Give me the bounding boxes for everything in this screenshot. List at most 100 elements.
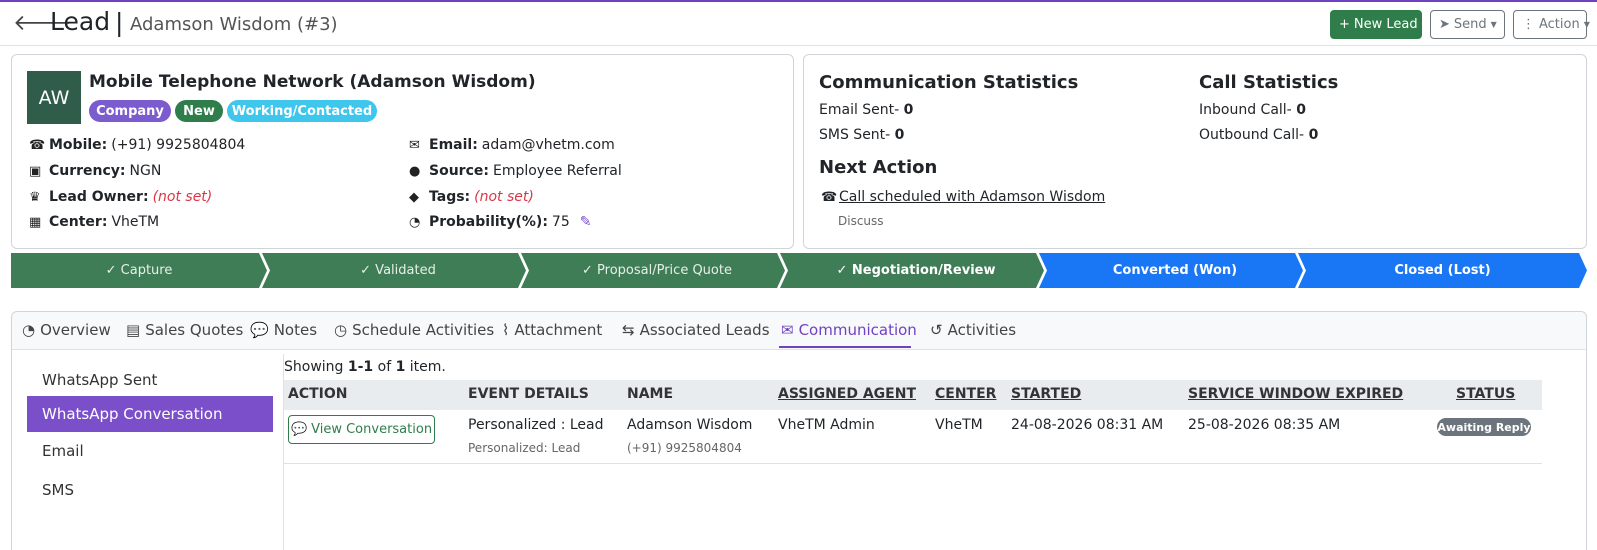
stage-capture[interactable]: ✓ Capture — [11, 253, 267, 288]
status-badge: Awaiting Reply — [1437, 418, 1531, 436]
communication-stats-title: Communication Statistics — [819, 72, 1079, 93]
send-button[interactable]: ➤ Send ▼ — [1430, 10, 1505, 39]
side-item-email[interactable]: Email — [27, 433, 273, 469]
comments-icon: 💬 — [250, 321, 269, 339]
page-header: 🡐 Lead | Adamson Wisdom (#3) + New Lead … — [0, 2, 1597, 46]
next-action-link[interactable]: ☎ Call scheduled with Adamson Wisdom — [821, 189, 1105, 205]
wallet-icon: ▣ — [29, 163, 42, 179]
map-marker-icon: ● — [409, 163, 421, 179]
view-conversation-button[interactable]: 💬 View Conversation — [288, 415, 435, 444]
side-item-whatsapp-conversation[interactable]: WhatsApp Conversation — [27, 396, 273, 432]
phone-square-icon: ☎ — [29, 137, 46, 153]
col-status[interactable]: STATUS — [1456, 386, 1515, 402]
col-service-window-expired[interactable]: SERVICE WINDOW EXPIRED — [1188, 386, 1403, 402]
avatar: AW — [27, 71, 81, 124]
email-sent-stat: Email Sent- 0 — [819, 102, 914, 118]
contact-name: Adamson Wisdom — [627, 417, 753, 433]
envelope-icon: ✉ — [409, 137, 420, 153]
stage-converted-won[interactable]: Converted (Won) — [1047, 253, 1303, 288]
new-lead-button[interactable]: + New Lead — [1330, 10, 1422, 39]
tab-notes[interactable]: 💬 Notes — [250, 321, 317, 339]
stage-proposal-price-quote[interactable]: ✓ Proposal/Price Quote — [529, 253, 785, 288]
tab-bar: ◔ Overview ▤ Sales Quotes 💬 Notes ◷ Schedule… — [12, 312, 1586, 350]
mobile-value: (+91) 9925804804 — [111, 137, 246, 153]
inbound-call-stat: Inbound Call- 0 — [1199, 102, 1306, 118]
comments-icon: 💬 — [290, 422, 308, 437]
tags-row: ◆ Tags: (not set) — [409, 189, 534, 205]
stage-validated[interactable]: ✓ Validated — [270, 253, 526, 288]
caret-down-icon: ▼ — [1490, 20, 1497, 29]
next-action-title: Next Action — [819, 157, 938, 178]
building-icon: ▦ — [29, 214, 42, 230]
col-name: NAME — [627, 386, 674, 402]
center: VheTM — [935, 417, 983, 433]
table-row: 💬 View Conversation Personalized : Lead … — [284, 410, 1542, 464]
center-value: VheTM — [111, 214, 160, 230]
edit-icon[interactable]: ✎ — [580, 214, 592, 230]
stage-pipeline: ✓ Capture ✓ Validated ✓ Proposal/Price Q… — [11, 253, 1587, 288]
paperclip-icon: ⌇ — [502, 321, 510, 339]
contact-phone: (+91) 9925804804 — [627, 441, 742, 455]
tab-attachment[interactable]: ⌇ Attachment — [502, 321, 602, 339]
call-stats-title: Call Statistics — [1199, 72, 1339, 93]
source-value: Employee Referral — [492, 163, 622, 179]
center-row: ▦ Center: VheTM — [29, 214, 160, 230]
action-button[interactable]: ⋮ Action ▼ — [1513, 10, 1590, 39]
stage-negotiation-review[interactable]: ✓ Negotiation/Review — [788, 253, 1044, 288]
mobile-row: ☎ Mobile: (+91) 9925804804 — [29, 137, 246, 153]
lead-owner-row: ♛ Lead Owner: (not set) — [29, 189, 213, 205]
history-icon: ↺ — [930, 321, 943, 339]
probability-row: ◔ Probability(%): 75 ✎ — [409, 214, 592, 230]
stage-closed-lost[interactable]: Closed (Lost) — [1306, 253, 1579, 288]
plus-icon: + — [1339, 17, 1350, 32]
table-summary: Showing 1-1 of 1 item. — [284, 359, 446, 375]
assigned-agent: VheTM Admin — [778, 417, 875, 433]
email-row: ✉ Email: adam@vhetm.com — [409, 137, 615, 153]
statistics-card: Communication Statistics Email Sent- 0 S… — [803, 54, 1587, 249]
gauge-icon: ◔ — [22, 321, 36, 339]
tab-sales-quotes[interactable]: ▤ Sales Quotes — [126, 321, 243, 339]
probability-value: 75 — [551, 214, 570, 230]
envelope-open-icon: ✉ — [781, 321, 794, 339]
badge-new: New — [175, 100, 223, 122]
email-value: adam@vhetm.com — [481, 137, 615, 153]
lead-info-card: AW Mobile Telephone Network (Adamson Wis… — [11, 54, 794, 249]
currency-row: ▣ Currency: NGN — [29, 163, 162, 179]
next-action-note: Discuss — [838, 214, 884, 228]
crown-icon: ♛ — [29, 189, 41, 205]
side-item-sms[interactable]: SMS — [27, 472, 273, 508]
lead-name: Mobile Telephone Network (Adamson Wisdom… — [89, 72, 536, 92]
col-assigned-agent[interactable]: ASSIGNED AGENT — [778, 386, 916, 402]
event-details: Personalized : Lead — [468, 417, 604, 433]
tab-activities[interactable]: ↺ Activities — [930, 321, 1016, 339]
service-window-expired: 25-08-2026 08:35 AM — [1188, 417, 1341, 433]
side-item-whatsapp-sent[interactable]: WhatsApp Sent — [27, 362, 273, 398]
badge-company: Company — [89, 100, 171, 122]
event-details-sub: Personalized: Lead — [468, 441, 581, 455]
tags-icon: ◆ — [409, 189, 419, 205]
page-title: Lead — [50, 7, 111, 36]
col-event-details: EVENT DETAILS — [468, 386, 589, 402]
col-center[interactable]: CENTER — [935, 386, 996, 402]
ellipsis-vertical-icon: ⋮ — [1522, 17, 1535, 32]
phone-square-icon: ☎ — [821, 189, 838, 205]
currency-value: NGN — [129, 163, 162, 179]
badge-working-contacted: Working/Contacted — [227, 100, 377, 122]
tab-schedule-activities[interactable]: ◷ Schedule Activities — [334, 321, 494, 339]
tab-associated-leads[interactable]: ⇆ Associated Leads — [622, 321, 770, 339]
table-header: ACTION EVENT DETAILS NAME ASSIGNED AGENT… — [284, 380, 1542, 410]
gauge-icon: ◔ — [409, 214, 421, 230]
col-action: ACTION — [288, 386, 348, 402]
page-subtitle: Adamson Wisdom (#3) — [130, 14, 338, 35]
caret-down-icon: ▼ — [1583, 20, 1590, 29]
col-started[interactable]: STARTED — [1011, 386, 1081, 402]
sms-sent-stat: SMS Sent- 0 — [819, 127, 905, 143]
tab-communication[interactable]: ✉ Communication — [781, 321, 917, 339]
source-row: ● Source: Employee Referral — [409, 163, 622, 179]
calculator-icon: ▤ — [126, 321, 141, 339]
tags-value: (not set) — [474, 189, 534, 205]
paper-plane-icon: ➤ — [1439, 17, 1450, 32]
outbound-call-stat: Outbound Call- 0 — [1199, 127, 1319, 143]
tab-overview[interactable]: ◔ Overview — [22, 321, 111, 339]
title-separator: | — [115, 8, 124, 37]
